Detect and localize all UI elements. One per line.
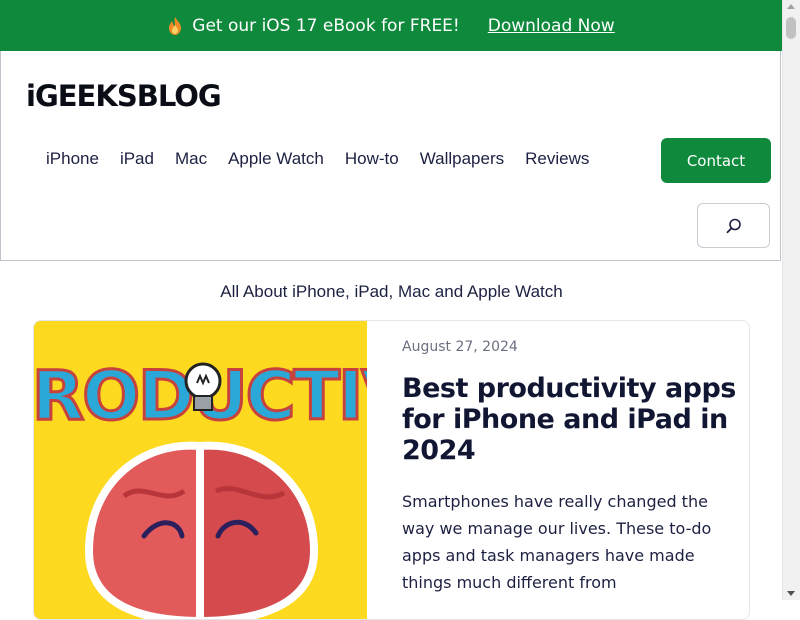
article-card-body: August 27, 2024 Best productivity apps f… bbox=[402, 339, 737, 596]
site-header: iGEEKSBLOG iPhone iPad Mac Apple Watch H… bbox=[0, 51, 781, 261]
nav-item-iphone[interactable]: iPhone bbox=[46, 149, 99, 169]
nav-item-apple-watch[interactable]: Apple Watch bbox=[228, 149, 324, 169]
promo-banner: Get our iOS 17 eBook for FREE! Download … bbox=[0, 0, 783, 51]
productivity-illustration: PRODUCTIVITY bbox=[34, 321, 367, 619]
nav-item-wallpapers[interactable]: Wallpapers bbox=[420, 149, 504, 169]
contact-button[interactable]: Contact bbox=[661, 138, 771, 183]
article-card[interactable]: PRODUCTIVITY August 27, 2024 Best produc… bbox=[33, 320, 750, 620]
article-excerpt: Smartphones have really changed the way … bbox=[402, 492, 712, 592]
site-tagline: All About iPhone, iPad, Mac and Apple Wa… bbox=[220, 282, 563, 301]
scroll-down-arrow-icon[interactable] bbox=[787, 591, 795, 596]
search-icon bbox=[726, 218, 741, 233]
scroll-up-arrow-icon[interactable] bbox=[787, 4, 795, 9]
article-thumbnail[interactable]: PRODUCTIVITY bbox=[34, 321, 367, 619]
article-title[interactable]: Best productivity apps for iPhone and iP… bbox=[402, 373, 737, 466]
nav-item-how-to[interactable]: How-to bbox=[345, 149, 399, 169]
nav-item-ipad[interactable]: iPad bbox=[120, 149, 154, 169]
main-nav: iPhone iPad Mac Apple Watch How-to Wallp… bbox=[46, 149, 610, 169]
article-date: August 27, 2024 bbox=[402, 339, 518, 355]
nav-item-reviews[interactable]: Reviews bbox=[525, 149, 589, 169]
site-logo[interactable]: iGEEKSBLOG bbox=[26, 79, 222, 113]
brain-illustration bbox=[84, 441, 319, 619]
scrollbar-thumb[interactable] bbox=[786, 17, 796, 39]
promo-text: Get our iOS 17 eBook for FREE! bbox=[192, 15, 460, 36]
page-scrollbar[interactable] bbox=[782, 0, 800, 600]
nav-item-mac[interactable]: Mac bbox=[175, 149, 207, 169]
download-now-link[interactable]: Download Now bbox=[488, 16, 615, 36]
flame-icon bbox=[169, 16, 182, 35]
search-button[interactable] bbox=[697, 203, 770, 248]
